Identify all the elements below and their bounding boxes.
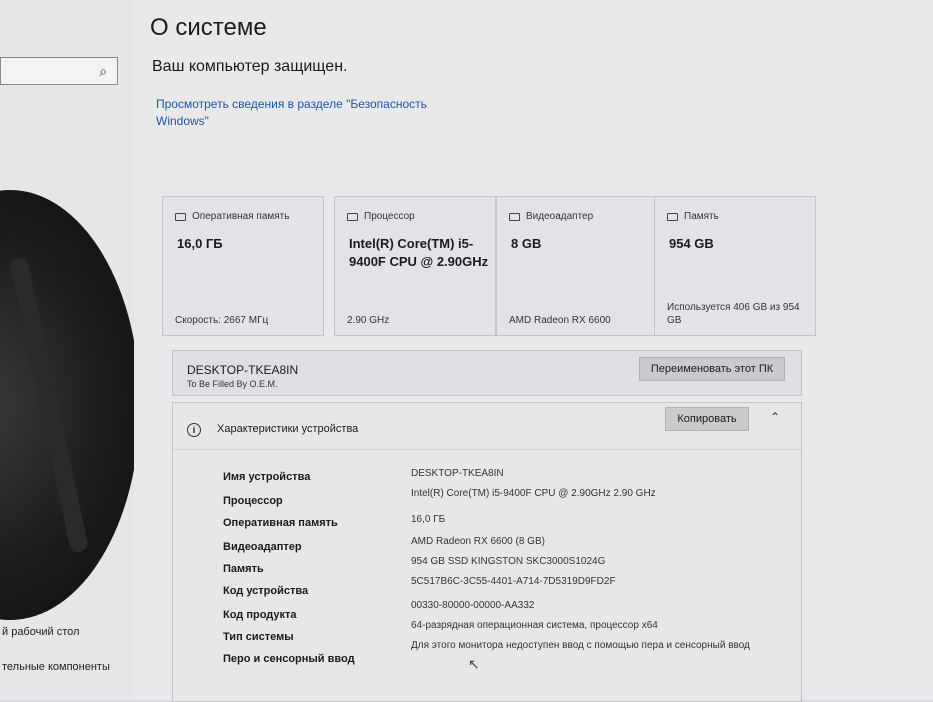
headphone-photo <box>0 190 134 620</box>
spec-value: 5C517B6C-3C55-4401-A714-7D5319D9FD2F <box>411 576 616 587</box>
ram-card-header: Оперативная память <box>192 211 290 222</box>
cpu-card: Процессор Intel(R) Core(TM) i5-9400F CPU… <box>334 196 496 336</box>
ram-card-footer: Скорость: 2667 МГц <box>175 315 269 326</box>
search-icon[interactable]: ⌕ <box>95 63 111 79</box>
spec-label: Память <box>223 563 264 575</box>
spec-value: Для этого монитора недоступен ввод с пом… <box>411 640 750 651</box>
pc-name-section: DESKTOP-TKEA8IN To Be Filled By O.E.M. П… <box>172 350 802 396</box>
device-specs-panel: i Характеристики устройства Копировать ⌃… <box>172 402 802 702</box>
ram-card: Оперативная память 16,0 ГБ Скорость: 266… <box>162 196 324 336</box>
spec-value: DESKTOP-TKEA8IN <box>411 468 504 479</box>
storage-card-header: Память <box>684 211 719 222</box>
mouse-cursor-icon: ↖ <box>468 656 480 672</box>
spec-value: Intel(R) Core(TM) i5-9400F CPU @ 2.90GHz… <box>411 488 656 499</box>
spec-label: Тип системы <box>223 631 294 643</box>
spec-label: Оперативная память <box>223 517 338 529</box>
pc-name: DESKTOP-TKEA8IN <box>187 363 299 377</box>
pc-manufacturer: To Be Filled By O.E.M. <box>187 379 278 389</box>
main-content: О системе Ваш компьютер защищен. Просмот… <box>134 0 933 702</box>
cpu-card-header: Процессор <box>364 211 415 222</box>
page-title: О системе <box>150 14 267 41</box>
sidebar: ⌕ й рабочий стол тельные компоненты <box>0 0 134 700</box>
spec-value: AMD Radeon RX 6600 (8 GB) <box>411 536 545 547</box>
storage-card-footer: Используется 406 GB из 954 GB <box>667 302 800 326</box>
spec-value: 16,0 ГБ <box>411 514 446 525</box>
cpu-icon <box>347 212 358 221</box>
search-input[interactable]: ⌕ <box>0 57 118 85</box>
gpu-card-footer: AMD Radeon RX 6600 <box>509 315 611 326</box>
spec-row: Перо и сенсорный ввод Для этого монитора… <box>173 640 801 675</box>
cpu-card-footer: 2.90 GHz <box>347 315 390 326</box>
copy-button[interactable]: Копировать <box>665 407 749 431</box>
spec-label: Перо и сенсорный ввод <box>223 653 355 665</box>
security-details-link[interactable]: Просмотреть сведения в разделе "Безопасн… <box>156 96 436 130</box>
spec-value: 64-разрядная операционная система, проце… <box>411 620 658 631</box>
gpu-card-value: 8 GB <box>511 236 542 251</box>
storage-icon <box>667 212 678 221</box>
device-specs-header[interactable]: i Характеристики устройства Копировать ⌃ <box>173 403 801 450</box>
cpu-card-value: Intel(R) Core(TM) i5-9400F CPU @ 2.90GHz <box>349 236 489 269</box>
spec-label: Код продукта <box>223 609 297 621</box>
device-specs-title: Характеристики устройства <box>217 423 359 435</box>
chevron-up-icon[interactable]: ⌃ <box>769 411 781 423</box>
spec-label: Процессор <box>223 495 283 507</box>
gpu-card: Видеоадаптер 8 GB AMD Radeon RX 6600 <box>496 196 658 336</box>
spec-label: Имя устройства <box>223 471 311 483</box>
gpu-icon <box>509 212 520 221</box>
rename-pc-button[interactable]: Переименовать этот ПК <box>639 357 785 381</box>
spec-label: Видеоадаптер <box>223 541 302 553</box>
storage-card-value: 954 GB <box>669 236 714 251</box>
protection-status: Ваш компьютер защищен. <box>152 58 348 75</box>
spec-value: 00330-80000-00000-AA332 <box>411 600 535 611</box>
ram-icon <box>175 212 186 221</box>
spec-value: 954 GB SSD KINGSTON SKC3000S1024G <box>411 556 606 567</box>
spec-label: Код устройства <box>223 585 309 597</box>
storage-card: Память 954 GB Используется 406 GB из 954… <box>654 196 816 336</box>
info-icon: i <box>187 423 201 437</box>
ram-card-value: 16,0 ГБ <box>177 236 223 251</box>
gpu-card-header: Видеоадаптер <box>526 211 594 222</box>
sidebar-item-components[interactable]: тельные компоненты <box>2 661 110 673</box>
sidebar-item-desktop[interactable]: й рабочий стол <box>2 626 79 638</box>
